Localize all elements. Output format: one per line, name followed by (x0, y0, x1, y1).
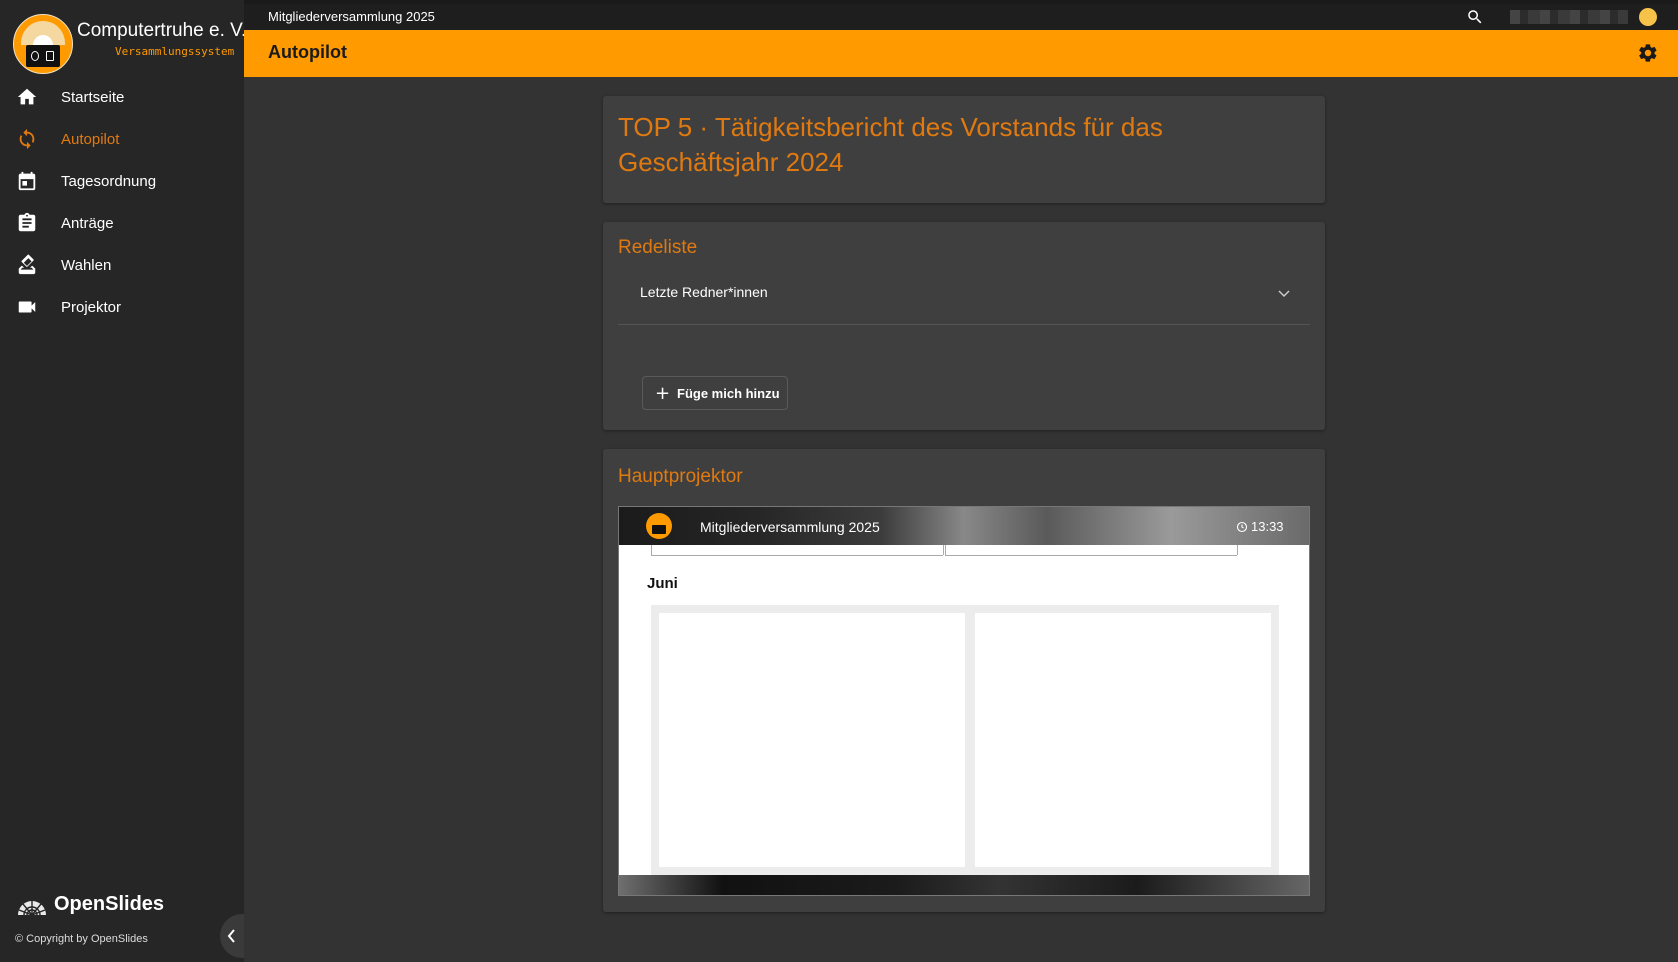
openslides-wordmark: OpenSlides (54, 893, 165, 915)
clock-time: 13:33 (1251, 519, 1284, 534)
openslides-logo: OpenSlides (16, 893, 164, 916)
avatar[interactable] (1639, 8, 1657, 26)
ballot-icon (18, 254, 36, 275)
slide-clock: 13:33 (1236, 519, 1284, 534)
sidebar-item-antraege[interactable]: Anträge (0, 201, 244, 245)
videocam-icon (18, 301, 36, 313)
slide-table (651, 605, 1279, 875)
collapse-sidebar-button[interactable] (220, 914, 244, 958)
add-me-label: Füge mich hinzu (677, 385, 780, 401)
chevron-left-icon (227, 929, 235, 943)
calendar-icon (18, 171, 36, 191)
sidebar-item-tagesordnung[interactable]: Tagesordnung (0, 159, 244, 203)
sidebar: Computertruhe e. V. Versammlungssystem S… (0, 0, 247, 962)
slide-logo-box (652, 525, 666, 534)
plus-icon: + (655, 382, 671, 404)
logo-slot-glyph (46, 51, 54, 61)
slide-header-title: Mitgliederversammlung 2025 (700, 519, 880, 535)
table-divider (965, 613, 975, 867)
table-border (945, 545, 946, 555)
table-border (651, 545, 652, 555)
organization-logo[interactable] (13, 14, 73, 74)
clipboard-icon (18, 212, 36, 232)
projector-preview[interactable]: Mitgliederversammlung 2025 13:33 Juni (618, 506, 1310, 896)
sidebar-item-label: Projektor (61, 298, 122, 316)
home-icon (17, 88, 37, 105)
organization-name: Computertruhe e. V. (77, 20, 247, 41)
table-border (945, 555, 1237, 556)
page-title: Autopilot (268, 42, 347, 62)
sidebar-item-autopilot[interactable]: Autopilot (0, 117, 244, 161)
openslides-dome-icon (18, 900, 46, 915)
sidebar-item-label: Wahlen (61, 256, 112, 274)
slide-header: Mitgliederversammlung 2025 13:33 (619, 507, 1309, 545)
organization-subtitle: Versammlungssystem (115, 45, 235, 58)
meeting-name[interactable]: Mitgliederversammlung 2025 (268, 9, 435, 24)
table-border (651, 555, 943, 556)
gear-icon[interactable] (1637, 42, 1659, 64)
logo-power-glyph (31, 51, 39, 61)
logo-dome (21, 21, 65, 45)
last-speakers-panel[interactable]: Letzte Redner*innen (618, 270, 1310, 325)
slide-heading: Juni (647, 575, 678, 592)
logo-box (26, 45, 60, 67)
projector-title[interactable]: Hauptprojektor (618, 466, 743, 488)
clock-icon (1236, 521, 1248, 532)
agenda-item-title[interactable]: TOP 5 · Tätigkeitsbericht des Vorstands … (618, 110, 1178, 180)
last-speakers-label: Letzte Redner*innen (640, 284, 768, 300)
sidebar-item-label: Autopilot (61, 130, 120, 148)
slide-footer (619, 875, 1309, 895)
sidebar-item-label: Tagesordnung (61, 172, 157, 190)
list-of-speakers-card: Redeliste Letzte Redner*innen + Füge mic… (603, 222, 1325, 430)
sidebar-item-label: Anträge (61, 214, 114, 232)
sidebar-item-label: Startseite (61, 88, 125, 106)
top-bar: Mitgliederversammlung 2025 (244, 4, 1678, 30)
search-icon[interactable] (1466, 8, 1484, 26)
list-of-speakers-title[interactable]: Redeliste (618, 237, 697, 259)
add-me-button[interactable]: + Füge mich hinzu (642, 376, 788, 410)
user-name-redacted[interactable] (1510, 10, 1628, 24)
sync-icon (19, 128, 35, 150)
sidebar-item-startseite[interactable]: Startseite (0, 75, 244, 119)
sidebar-item-wahlen[interactable]: Wahlen (0, 243, 244, 287)
table-border (943, 545, 944, 555)
page-header: Autopilot (244, 30, 1678, 77)
agenda-item-card: TOP 5 · Tätigkeitsbericht des Vorstands … (603, 96, 1325, 203)
slide-logo (646, 513, 672, 539)
table-border (1237, 545, 1238, 555)
main-projector-card: Hauptprojektor Mitgliederversammlung 202… (603, 449, 1325, 912)
chevron-down-icon (1278, 290, 1290, 298)
copyright-link[interactable]: © Copyright by OpenSlides (15, 933, 148, 945)
sidebar-item-projektor[interactable]: Projektor (0, 285, 244, 329)
